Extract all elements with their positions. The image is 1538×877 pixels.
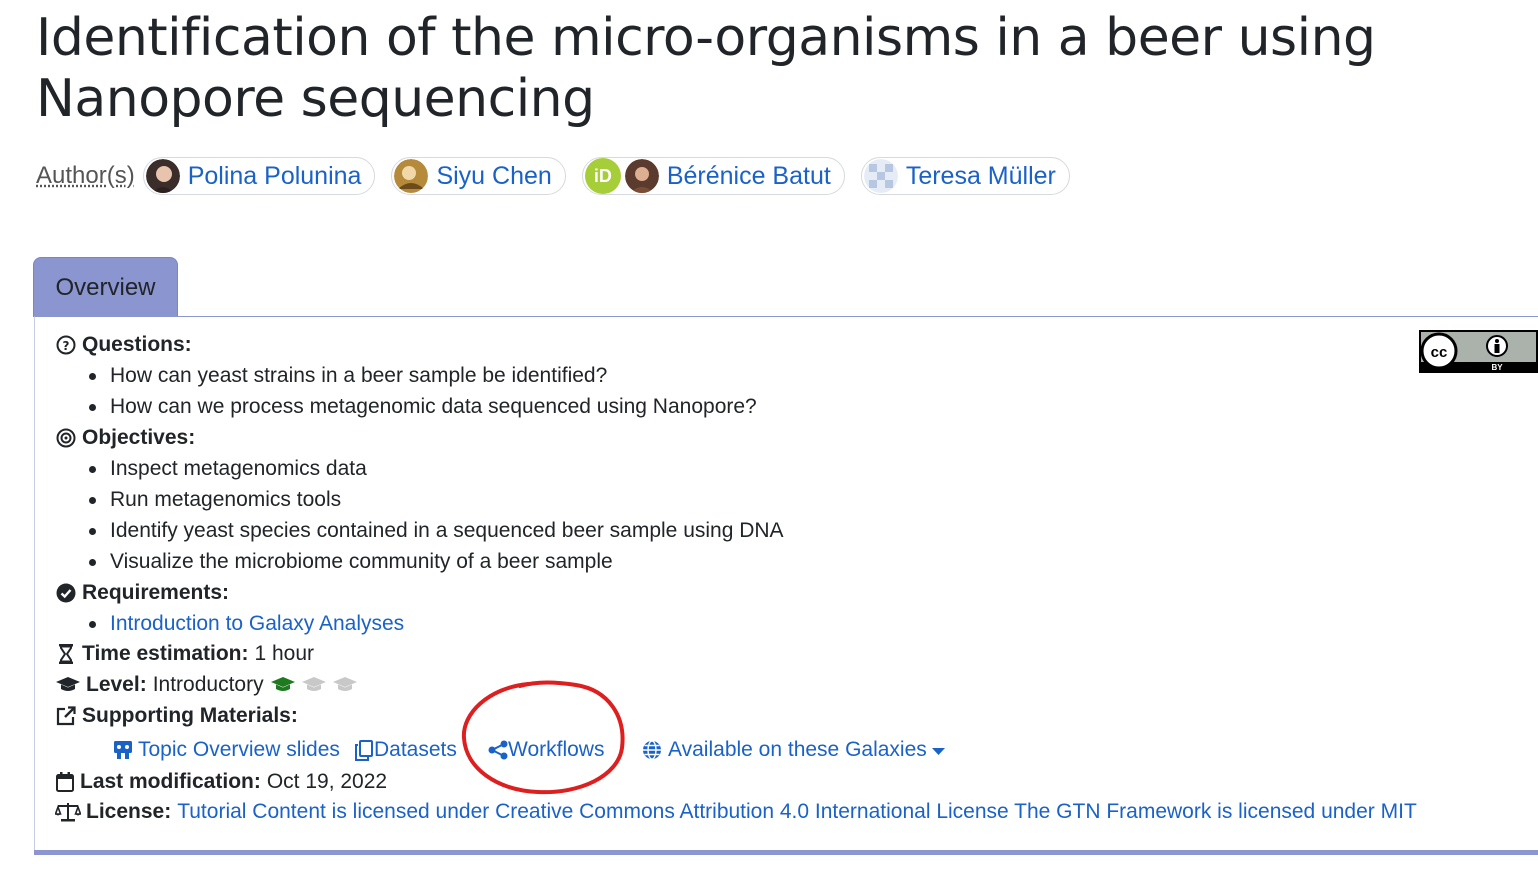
- copy-icon: [355, 739, 373, 761]
- avatar: [863, 159, 898, 193]
- topic-slides-label: Topic Overview slides: [138, 738, 340, 761]
- graduation-cap-icon: [55, 674, 81, 696]
- authors-label: Author(s): [36, 162, 135, 189]
- questions-label: Questions:: [82, 333, 192, 356]
- author-chip-teresa[interactable]: Teresa Müller: [860, 157, 1070, 195]
- author-chip-polina[interactable]: Polina Polunina: [142, 157, 376, 195]
- level-cap-filled-icon: [270, 677, 295, 691]
- requirement-link[interactable]: Introduction to Galaxy Analyses: [89, 612, 404, 636]
- author-name: Bérénice Batut: [666, 161, 831, 190]
- last-modification: Last modification: Oct 19, 2022: [55, 770, 387, 794]
- bullseye-icon: [55, 427, 77, 449]
- calendar-icon: [55, 771, 75, 793]
- page-title: Identification of the micro-organisms in…: [36, 8, 1376, 129]
- avatar: [145, 159, 180, 193]
- avatar: [394, 159, 429, 193]
- panel-bottom-border: [34, 850, 1538, 855]
- time-value: 1 hour: [254, 642, 315, 665]
- globe-icon: [641, 739, 663, 761]
- workflows-link[interactable]: Workflows: [488, 738, 604, 762]
- level-value: Introductory: [152, 673, 264, 696]
- questions-heading: ? Questions:: [55, 333, 192, 357]
- requirements-label: Requirements:: [82, 581, 230, 604]
- supporting-materials-heading: Supporting Materials:: [55, 704, 298, 728]
- hourglass-icon: [55, 643, 77, 665]
- license-link[interactable]: Tutorial Content is licensed under Creat…: [177, 800, 1417, 824]
- slides-icon: [112, 739, 134, 761]
- level-indicator: [270, 676, 363, 694]
- avatar: [624, 159, 659, 193]
- list-item: Inspect metagenomics data: [89, 457, 367, 481]
- author-chip-siyu[interactable]: Siyu Chen: [391, 157, 566, 195]
- level: Level: Introductory: [55, 673, 363, 697]
- level-cap-empty-icon: [332, 677, 357, 691]
- license-label: License:: [86, 800, 172, 823]
- list-item: How can we process metagenomic data sequ…: [89, 395, 757, 419]
- external-link-icon: [55, 705, 77, 727]
- cc-by-license-badge[interactable]: cc BY: [1419, 330, 1538, 373]
- workflows-label: Workflows: [508, 738, 605, 761]
- galaxies-label: Available on these Galaxies: [668, 738, 927, 761]
- orcid-icon: iD: [584, 158, 621, 194]
- authors: Author(s) Polina Polunina Siyu Chen iD B…: [36, 156, 1086, 196]
- cc-badge-text: BY: [1491, 363, 1503, 371]
- author-chip-berenice[interactable]: iD Bérénice Batut: [581, 157, 845, 195]
- caret-down-icon: [931, 738, 945, 762]
- galaxies-dropdown[interactable]: Available on these Galaxies: [641, 738, 945, 762]
- author-name: Teresa Müller: [905, 161, 1056, 190]
- datasets-link[interactable]: Datasets: [355, 738, 457, 762]
- share-nodes-icon: [488, 739, 508, 761]
- objectives-label: Objectives:: [82, 426, 196, 449]
- svg-text:?: ?: [63, 339, 70, 353]
- question-circle-icon: ?: [55, 334, 77, 356]
- level-label: Level:: [86, 673, 147, 696]
- list-item: How can yeast strains in a beer sample b…: [89, 364, 607, 388]
- supporting-label: Supporting Materials:: [82, 704, 298, 727]
- modification-label: Last modification:: [80, 770, 261, 793]
- scale-balanced-icon: [55, 801, 81, 823]
- time-label: Time estimation:: [82, 642, 249, 665]
- cc-by-icon: cc BY: [1420, 332, 1536, 372]
- license: License: Tutorial Content is licensed un…: [55, 800, 1417, 824]
- topic-slides-link[interactable]: Topic Overview slides: [112, 738, 340, 762]
- level-cap-empty-icon: [301, 677, 326, 691]
- list-item: Identify yeast species contained in a se…: [89, 519, 784, 543]
- time-estimation: Time estimation: 1 hour: [55, 642, 314, 666]
- list-item: Visualize the microbiome community of a …: [89, 550, 613, 574]
- datasets-label: Datasets: [374, 738, 457, 761]
- tab-overview[interactable]: Overview: [33, 257, 178, 317]
- modification-value: Oct 19, 2022: [266, 770, 388, 793]
- svg-text:cc: cc: [1431, 344, 1448, 361]
- list-item: Run metagenomics tools: [89, 488, 341, 512]
- objectives-heading: Objectives:: [55, 426, 195, 450]
- requirements-heading: Requirements:: [55, 581, 229, 605]
- author-name: Siyu Chen: [436, 161, 552, 190]
- author-name: Polina Polunina: [187, 161, 362, 190]
- check-circle-icon: [55, 582, 77, 604]
